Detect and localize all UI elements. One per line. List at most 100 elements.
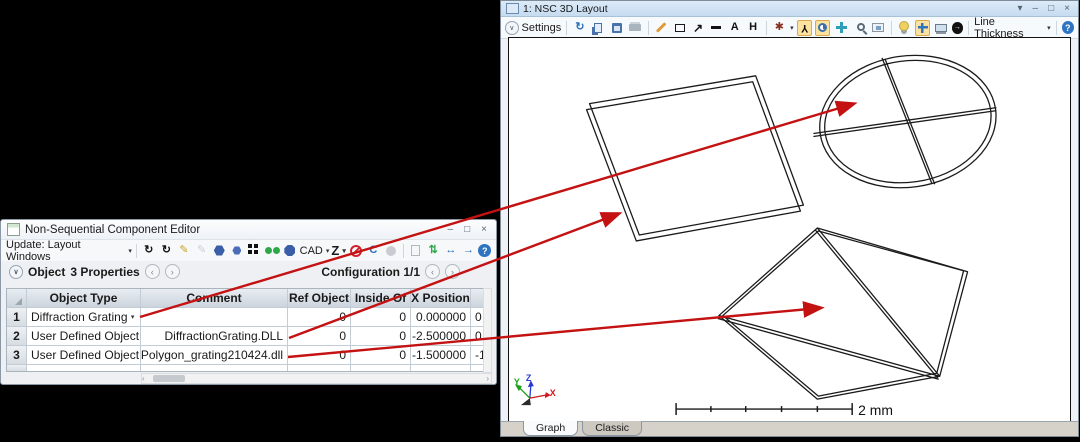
header-inside-of: Inside Of bbox=[351, 289, 411, 308]
dropdown-caret-icon[interactable]: ▾ bbox=[131, 313, 135, 321]
cell-object-type[interactable]: Diffraction Grating ▾ bbox=[27, 308, 141, 327]
toolbar-separator bbox=[136, 244, 137, 258]
corner-header-cell[interactable] bbox=[7, 289, 27, 308]
orientation-axis-toggle[interactable]: Y bbox=[797, 20, 812, 36]
cell-ref-object[interactable]: 0 bbox=[288, 327, 351, 346]
next-object-button[interactable]: › bbox=[165, 264, 180, 279]
row-number[interactable]: 2 bbox=[7, 327, 27, 346]
cell-x-position[interactable]: -2.500000 bbox=[411, 327, 471, 346]
solid-object-icon[interactable] bbox=[211, 243, 227, 259]
lamp-icon[interactable] bbox=[897, 20, 912, 36]
dash-tool-icon[interactable] bbox=[709, 20, 724, 36]
cell-object-type[interactable]: User Defined Object ▾ bbox=[27, 346, 141, 365]
row-number[interactable]: 3 bbox=[7, 346, 27, 365]
axis-glyph: Y bbox=[801, 22, 808, 33]
polygon-object-icon[interactable] bbox=[282, 243, 298, 259]
window-menu-button[interactable]: ▾ bbox=[1015, 4, 1026, 14]
fit-view-toggle[interactable] bbox=[915, 20, 930, 36]
snapshot-icon[interactable] bbox=[870, 20, 885, 36]
vertical-scrollbar[interactable] bbox=[483, 288, 492, 373]
curve-icon[interactable]: C bbox=[366, 243, 382, 259]
save-icon[interactable] bbox=[609, 20, 624, 36]
cell-comment[interactable] bbox=[141, 308, 288, 327]
monitor-icon[interactable] bbox=[933, 20, 948, 36]
help-icon[interactable]: ? bbox=[1062, 21, 1074, 34]
close-button[interactable]: × bbox=[478, 225, 490, 235]
cell-inside-of[interactable]: 0 bbox=[351, 346, 411, 365]
update-dropdown[interactable]: Update: Layout Windows ▾ bbox=[6, 239, 132, 263]
print-icon[interactable] bbox=[627, 20, 642, 36]
cell-comment[interactable]: DiffractionGrating.DLL bbox=[141, 327, 288, 346]
cell-inside-of[interactable]: 0 bbox=[351, 327, 411, 346]
tab-classic[interactable]: Classic bbox=[582, 421, 642, 436]
next-config-button[interactable]: › bbox=[445, 264, 460, 279]
cell-inside-of[interactable]: 0 bbox=[351, 308, 411, 327]
settings-chevron-icon[interactable]: ∨ bbox=[505, 21, 519, 35]
bottom-tab-strip: Graph Classic bbox=[501, 421, 1078, 436]
edit-pencil-icon[interactable]: ✎ bbox=[176, 243, 192, 259]
grid-icon[interactable] bbox=[247, 243, 263, 259]
scroll-left-arrow[interactable]: ‹ bbox=[142, 374, 145, 383]
layout-window-title: 1: NSC 3D Layout bbox=[523, 3, 608, 15]
text-tool-icon[interactable]: A bbox=[727, 20, 742, 36]
cell-ref-object[interactable]: 0 bbox=[288, 346, 351, 365]
z-dropdown[interactable]: Z ▾ bbox=[331, 243, 345, 258]
line-thickness-dropdown[interactable]: Line Thickness ▾ bbox=[974, 16, 1050, 40]
swap-rows-icon[interactable]: ⇅ bbox=[425, 243, 441, 259]
prev-config-button[interactable]: ‹ bbox=[425, 264, 440, 279]
cell-ref-object[interactable]: 0 bbox=[288, 308, 351, 327]
cad-dropdown[interactable]: CAD ▾ bbox=[300, 245, 330, 257]
tab-graph[interactable]: Graph bbox=[523, 421, 578, 436]
close-button[interactable]: × bbox=[1061, 4, 1073, 14]
arrow-tool-icon[interactable]: ↗ bbox=[690, 20, 705, 36]
minimize-button[interactable]: – bbox=[445, 225, 457, 235]
update-all-icon[interactable]: ↻ bbox=[159, 243, 175, 259]
cell-comment[interactable]: Polygon_grating210424.dll bbox=[141, 346, 288, 365]
maximize-button[interactable]: □ bbox=[461, 225, 473, 235]
horizontal-scrollbar[interactable]: ‹ › bbox=[141, 373, 492, 384]
row-number[interactable]: 1 bbox=[7, 308, 27, 327]
cell-partial bbox=[411, 365, 471, 371]
animation-clock-icon[interactable]: → bbox=[952, 22, 964, 34]
stop-icon[interactable] bbox=[348, 243, 364, 259]
cell-x-position[interactable]: -1.500000 bbox=[411, 346, 471, 365]
page-icon[interactable] bbox=[408, 243, 424, 259]
z-label: Z bbox=[331, 243, 339, 258]
magnifier-shape bbox=[857, 23, 865, 31]
detector-pair-icon[interactable] bbox=[264, 243, 280, 259]
cell-object-type[interactable]: User Defined Object ▾ bbox=[27, 327, 141, 346]
line-shape bbox=[656, 22, 666, 32]
help-icon[interactable]: ? bbox=[478, 244, 491, 257]
halt-tool-icon[interactable]: H bbox=[745, 20, 760, 36]
move-columns-icon[interactable]: ↔ bbox=[443, 243, 459, 259]
editor-titlebar[interactable]: Non-Sequential Component Editor – □ × bbox=[1, 220, 496, 240]
update-label: Update: Layout Windows bbox=[6, 239, 125, 263]
ray-trace-caret-icon[interactable]: ▾ bbox=[790, 24, 794, 32]
scrollbar-thumb[interactable] bbox=[153, 375, 185, 382]
layout-canvas[interactable]: 2 mm Y Z X bbox=[509, 38, 1070, 421]
refresh-icon[interactable]: ↻ bbox=[572, 20, 587, 36]
cell-x-position[interactable]: 0.000000 bbox=[411, 308, 471, 327]
rectangle-tool-icon[interactable] bbox=[672, 20, 687, 36]
object-chevron-icon[interactable]: ∨ bbox=[9, 265, 23, 279]
scroll-right-arrow[interactable]: › bbox=[486, 374, 489, 383]
settings-dropdown[interactable]: Settings bbox=[522, 22, 562, 34]
prev-object-button[interactable]: ‹ bbox=[145, 264, 160, 279]
layout-window-icon bbox=[506, 3, 519, 14]
line-tool-icon[interactable] bbox=[654, 20, 669, 36]
copy-icon[interactable] bbox=[591, 20, 606, 36]
pan-icon[interactable] bbox=[833, 20, 848, 36]
minimize-button[interactable]: – bbox=[1030, 4, 1042, 14]
editor-window-title: Non-Sequential Component Editor bbox=[25, 224, 200, 236]
copy-pages-shape bbox=[594, 23, 602, 33]
go-right-icon[interactable]: → bbox=[461, 243, 477, 259]
zoom-icon[interactable] bbox=[852, 20, 867, 36]
fit-shape bbox=[918, 23, 928, 33]
small-object-icon[interactable] bbox=[229, 243, 245, 259]
maximize-button[interactable]: □ bbox=[1045, 4, 1057, 14]
z-caret-icon: ▾ bbox=[342, 247, 346, 255]
gauge-toggle[interactable] bbox=[815, 20, 830, 36]
editor-nav-row: ∨ Object 3 Properties ‹ › Configuration … bbox=[1, 261, 496, 282]
update-icon[interactable]: ↻ bbox=[141, 243, 157, 259]
ray-trace-icon[interactable]: ✱ bbox=[772, 20, 787, 36]
